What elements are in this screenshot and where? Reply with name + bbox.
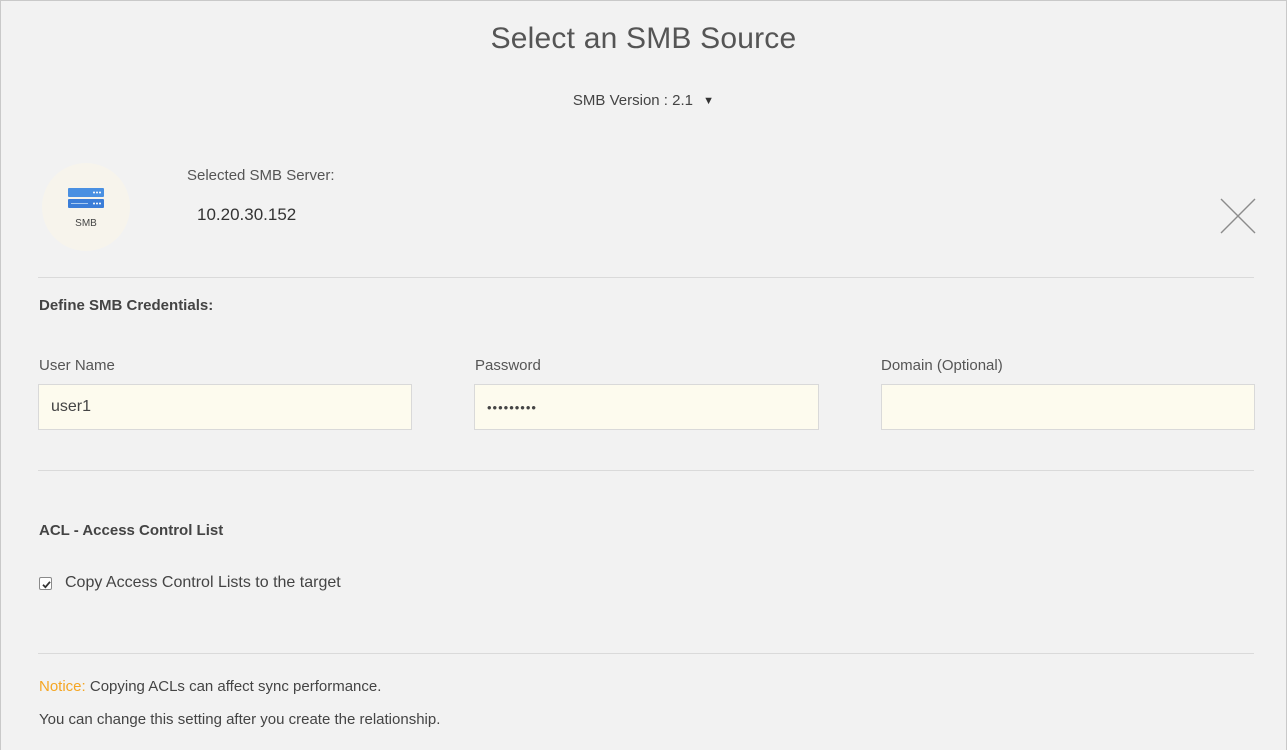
divider xyxy=(38,653,1254,654)
dialog-title: Select an SMB Source xyxy=(490,22,797,55)
caret-down-icon[interactable]: ▼ xyxy=(703,95,714,107)
password-input[interactable] xyxy=(474,384,819,430)
username-input[interactable] xyxy=(38,384,412,430)
password-label: Password xyxy=(475,357,541,374)
domain-label: Domain (Optional) xyxy=(881,357,1003,374)
copy-acl-label: Copy Access Control Lists to the target xyxy=(65,574,341,591)
smb-server-icon: SMB xyxy=(42,163,130,251)
notice-label: Notice: xyxy=(39,678,86,695)
selected-server-label: Selected SMB Server: xyxy=(187,167,335,184)
notice-followup-text: You can change this setting after you cr… xyxy=(39,711,441,728)
notice-message: Notice: Copying ACLs can affect sync per… xyxy=(39,678,381,695)
checkmark-icon xyxy=(42,580,51,589)
server-icon xyxy=(68,188,104,208)
notice-text: Copying ACLs can affect sync performance… xyxy=(89,678,382,695)
acl-section-title: ACL - Access Control List xyxy=(39,522,224,539)
domain-input[interactable] xyxy=(881,384,1255,430)
smb-version-selector[interactable]: SMB Version : 2.1 ▼ xyxy=(0,92,1287,109)
divider xyxy=(38,277,1254,278)
copy-acl-option[interactable]: Copy Access Control Lists to the target xyxy=(39,574,341,592)
smb-version-label: SMB Version : xyxy=(572,92,668,109)
username-label: User Name xyxy=(39,357,115,374)
divider xyxy=(38,470,1254,471)
dialog-panel xyxy=(0,0,1287,750)
selected-server-value: 10.20.30.152 xyxy=(197,205,297,224)
close-icon[interactable] xyxy=(1219,197,1257,235)
credentials-section-title: Define SMB Credentials: xyxy=(39,297,214,314)
smb-version-value[interactable]: 2.1 xyxy=(672,92,693,109)
smb-icon-label: SMB xyxy=(75,218,97,229)
copy-acl-checkbox[interactable] xyxy=(39,576,52,590)
